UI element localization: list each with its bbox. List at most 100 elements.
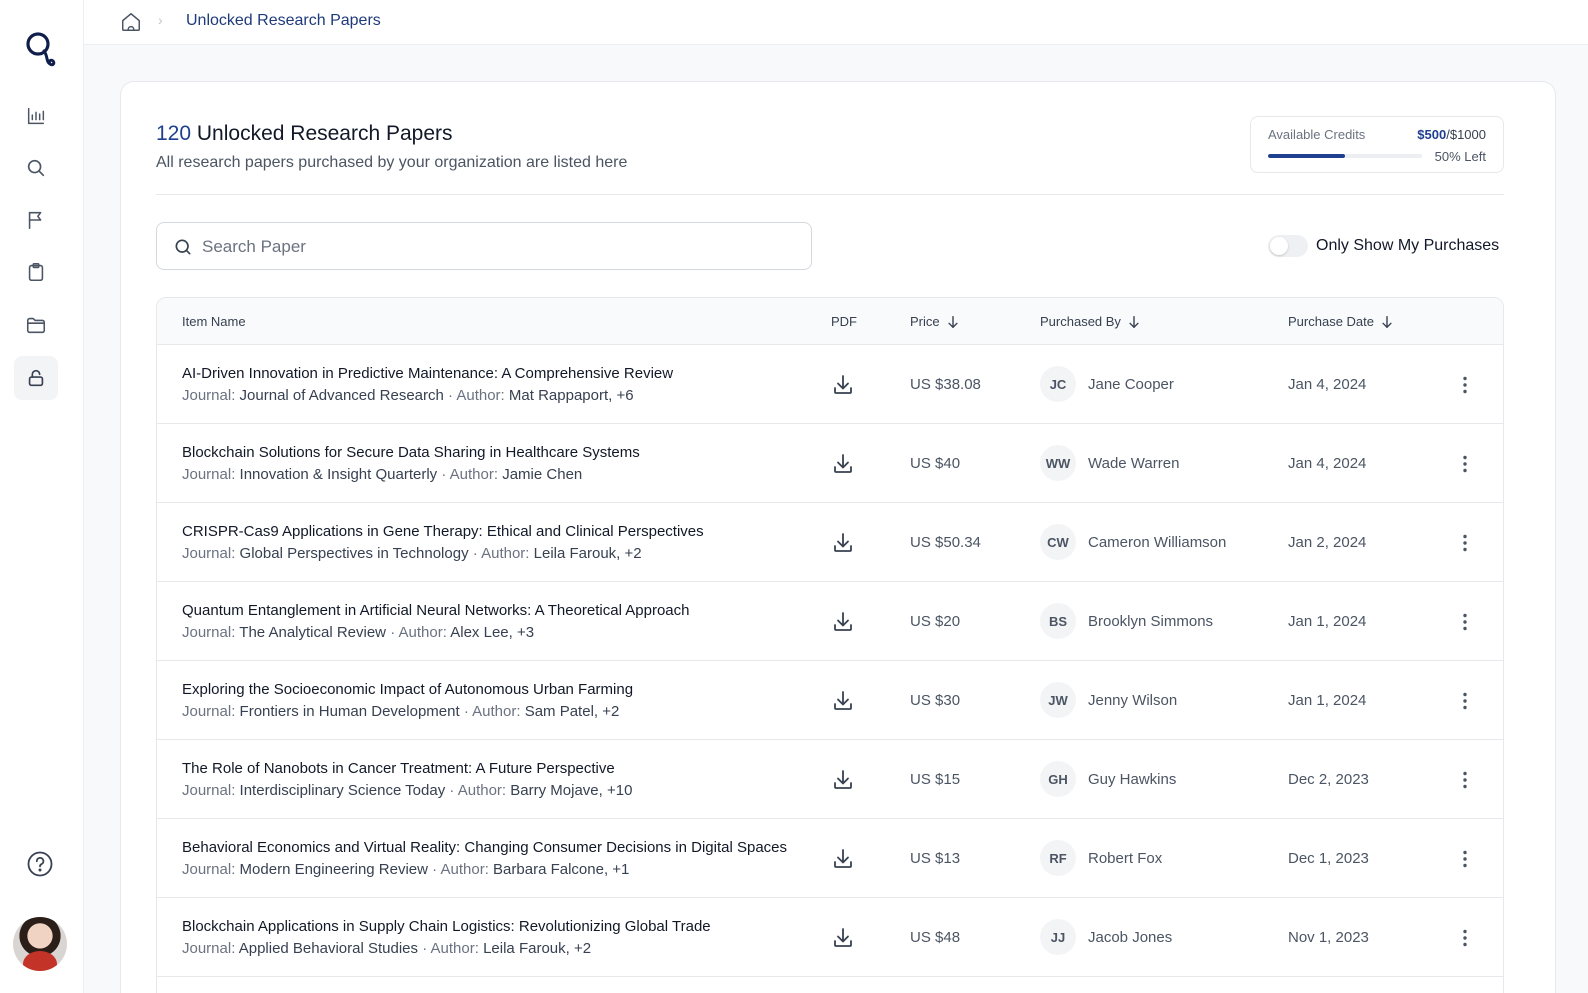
journal-label: Journal: <box>182 861 236 878</box>
paper-price: US $38.08 <box>910 376 981 393</box>
journal-label: Journal: <box>182 703 236 720</box>
download-icon[interactable] <box>831 610 855 634</box>
download-icon[interactable] <box>831 847 855 871</box>
col-purchased-by-sort[interactable]: Purchased By <box>1040 314 1141 329</box>
table-row[interactable]: Exploring the Socioeconomic Impact of Au… <box>157 661 1503 740</box>
author-name: Leila Farouk, +2 <box>533 545 642 562</box>
help-icon[interactable] <box>26 850 54 878</box>
author-name: Barry Mojave, +10 <box>510 782 633 799</box>
credits-label: Available Credits <box>1268 127 1366 142</box>
paper-title[interactable]: Exploring the Socioeconomic Impact of Au… <box>182 681 807 698</box>
table-row[interactable]: Blockchain Solutions for Secure Data Sha… <box>157 424 1503 503</box>
user-avatar[interactable] <box>13 917 67 971</box>
author-label: Author: <box>472 703 521 720</box>
home-icon[interactable] <box>120 11 142 33</box>
col-purchase-date-sort[interactable]: Purchase Date <box>1288 314 1394 329</box>
nav-analytics[interactable] <box>14 94 58 138</box>
purchase-date: Jan 4, 2024 <box>1288 455 1367 472</box>
flag-icon <box>28 211 42 230</box>
author-name: Mat Rappaport, +6 <box>508 387 634 404</box>
download-icon[interactable] <box>831 373 855 397</box>
journal-name: Global Perspectives in Technology <box>239 545 469 562</box>
paper-title[interactable]: Quantum Entanglement in Artificial Neura… <box>182 602 807 619</box>
col-purchase-date-label: Purchase Date <box>1288 314 1374 329</box>
paper-price: US $50.34 <box>910 534 981 551</box>
nav-search[interactable] <box>14 146 58 190</box>
more-vertical-icon[interactable] <box>1453 373 1477 397</box>
purchase-date: Dec 1, 2023 <box>1288 850 1369 867</box>
col-purchased-by-label: Purchased By <box>1040 314 1121 329</box>
papers-count: 120 <box>156 122 192 145</box>
buyer-name: Wade Warren <box>1088 455 1180 472</box>
page-title: 120 Unlocked Research Papers <box>156 122 453 146</box>
breadcrumb-current[interactable]: Unlocked Research Papers <box>186 12 381 30</box>
lock-icon <box>28 369 44 387</box>
paper-title[interactable]: AI-Driven Innovation in Predictive Maint… <box>182 365 807 382</box>
paper-title[interactable]: Blockchain Solutions for Secure Data Sha… <box>182 444 807 461</box>
more-vertical-icon[interactable] <box>1453 452 1477 476</box>
more-vertical-icon[interactable] <box>1453 768 1477 792</box>
meta-separator: · <box>432 861 438 878</box>
download-icon[interactable] <box>831 452 855 476</box>
paper-meta: Journal: Journal of Advanced Research · … <box>182 387 634 404</box>
more-vertical-icon[interactable] <box>1453 689 1477 713</box>
paper-title[interactable]: Behavioral Economics and Virtual Reality… <box>182 839 807 856</box>
buyer-avatar: GH <box>1040 761 1076 797</box>
paper-title[interactable]: Blockchain Applications in Supply Chain … <box>182 918 807 935</box>
purchase-date: Jan 2, 2024 <box>1288 534 1367 551</box>
purchase-date: Jan 1, 2024 <box>1288 692 1367 709</box>
journal-label: Journal: <box>182 545 236 562</box>
paper-title[interactable]: CRISPR-Cas9 Applications in Gene Therapy… <box>182 523 807 540</box>
credits-progress <box>1268 154 1422 158</box>
author-name: Sam Patel, +2 <box>524 703 620 720</box>
journal-name: Applied Behavioral Studies <box>238 940 419 957</box>
table-row[interactable]: The Role of Nanobots in Cancer Treatment… <box>157 740 1503 819</box>
meta-separator: · <box>422 940 428 957</box>
author-name: Jamie Chen <box>502 466 583 483</box>
paper-price: US $15 <box>910 771 961 788</box>
download-icon[interactable] <box>831 926 855 950</box>
journal-name: Frontiers in Human Development <box>239 703 460 720</box>
nav-clipboard[interactable] <box>14 250 58 294</box>
app-logo[interactable] <box>24 30 58 70</box>
search-icon <box>27 159 45 177</box>
more-vertical-icon[interactable] <box>1453 531 1477 555</box>
author-label: Author: <box>449 466 499 483</box>
table-row[interactable]: Quantum Entanglement in Artificial Neura… <box>157 582 1503 661</box>
download-icon[interactable] <box>831 689 855 713</box>
download-icon[interactable] <box>831 531 855 555</box>
table-row[interactable]: AI-Driven Innovation in Predictive Maint… <box>157 345 1503 424</box>
only-my-purchases-label[interactable]: Only Show My Purchases <box>1316 237 1499 255</box>
nav-folder[interactable] <box>14 303 58 347</box>
credits-left: 50% Left <box>1434 149 1486 164</box>
search-input[interactable] <box>202 233 792 261</box>
more-vertical-icon[interactable] <box>1453 926 1477 950</box>
more-vertical-icon[interactable] <box>1453 610 1477 634</box>
toggle-knob <box>1270 237 1288 255</box>
paper-meta: Journal: Global Perspectives in Technolo… <box>182 545 642 562</box>
col-price-sort[interactable]: Price <box>910 314 960 329</box>
meta-separator: · <box>390 624 396 641</box>
download-icon[interactable] <box>831 768 855 792</box>
folder-icon <box>26 317 46 334</box>
journal-name: The Analytical Review <box>239 624 387 641</box>
buyer-name: Jane Cooper <box>1088 376 1174 393</box>
author-label: Author: <box>430 940 479 957</box>
more-vertical-icon[interactable] <box>1453 847 1477 871</box>
nav-unlocked-papers[interactable] <box>14 356 58 400</box>
buyer-avatar: JJ <box>1040 919 1076 955</box>
col-pdf-label: PDF <box>831 314 857 329</box>
only-my-purchases-toggle[interactable] <box>1268 235 1308 257</box>
table-header: Item Name PDF Price Purchased By Purchas… <box>157 298 1503 345</box>
table-row[interactable]: CRISPR-Cas9 Applications in Gene Therapy… <box>157 503 1503 582</box>
nav-flag[interactable] <box>14 198 58 242</box>
author-label: Author: <box>456 387 505 404</box>
paper-title[interactable]: The Role of Nanobots in Cancer Treatment… <box>182 760 807 777</box>
purchase-date: Jan 4, 2024 <box>1288 376 1367 393</box>
paper-meta: Journal: Interdisciplinary Science Today… <box>182 782 632 799</box>
paper-price: US $13 <box>910 850 961 867</box>
search-icon <box>175 239 191 255</box>
table-row[interactable]: Behavioral Economics and Virtual Reality… <box>157 819 1503 898</box>
table-row[interactable]: Blockchain Applications in Supply Chain … <box>157 898 1503 977</box>
paper-price: US $30 <box>910 692 961 709</box>
